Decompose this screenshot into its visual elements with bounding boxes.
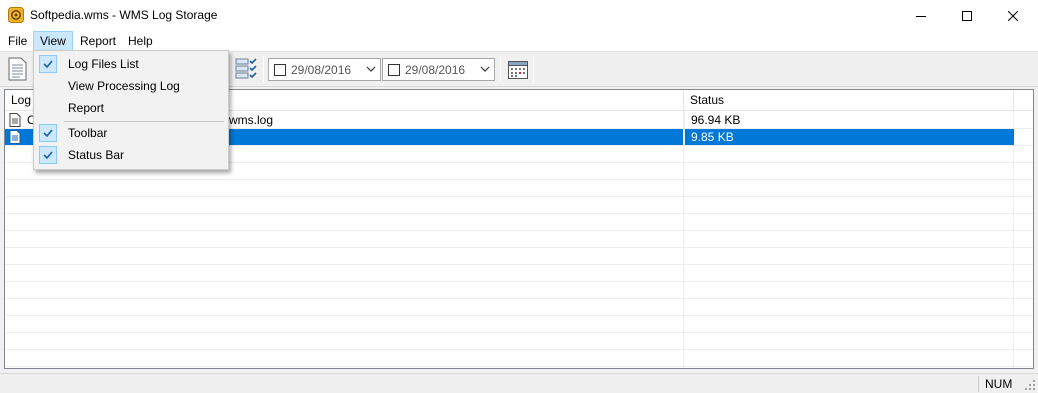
document-icon [9, 130, 21, 144]
menu-item-toolbar[interactable]: Toolbar [36, 122, 226, 144]
table-row [5, 333, 1033, 350]
resize-grip-icon[interactable] [1024, 379, 1036, 391]
app-icon [8, 7, 24, 23]
status-bar: NUM [0, 373, 1038, 393]
date-to-checkbox[interactable] [388, 64, 400, 76]
minimize-icon [916, 15, 926, 17]
menu-item-label: Log Files List [68, 57, 139, 71]
table-row [5, 197, 1033, 214]
table-row [5, 350, 1033, 367]
menu-item-log-files-list[interactable]: Log Files List [36, 53, 226, 75]
menu-item-label: Report [68, 101, 105, 115]
close-button[interactable] [990, 0, 1036, 31]
toolbar-separator [500, 56, 501, 82]
toolbar-separator [263, 56, 264, 82]
num-lock-indicator: NUM [978, 376, 1022, 392]
row-status: 96.94 KB [684, 112, 1014, 128]
table-row [5, 299, 1033, 316]
calendar-button[interactable] [504, 55, 532, 83]
menu-item-label: View Processing Log [68, 79, 180, 93]
chevron-down-icon [366, 66, 376, 72]
view-menu-dropdown: Log Files List View Processing Log Repor… [33, 50, 229, 170]
checklist-icon [235, 58, 257, 79]
table-row [5, 282, 1033, 299]
window-title: Softpedia.wms - WMS Log Storage [30, 8, 218, 22]
menu-view[interactable]: View [33, 31, 73, 51]
menu-bar: File View Report Help [0, 31, 1038, 51]
log-files-button[interactable] [3, 55, 31, 83]
row-status: 9.85 KB [684, 129, 1014, 145]
maximize-button[interactable] [944, 0, 990, 31]
toolbar-separator [533, 56, 534, 82]
app-window: Softpedia.wms - WMS Log Storage File Vie… [0, 0, 1038, 393]
menu-item-report[interactable]: Report [36, 97, 226, 119]
table-row [5, 214, 1033, 231]
document-icon [8, 57, 27, 81]
column-header-status[interactable]: Status [684, 90, 1014, 111]
calendar-icon [508, 61, 528, 79]
menu-help[interactable]: Help [121, 31, 160, 51]
date-to-value: 29/08/2016 [405, 63, 466, 77]
table-row [5, 231, 1033, 248]
table-row [5, 248, 1033, 265]
menu-file[interactable]: File [1, 31, 34, 51]
menu-item-label: Toolbar [68, 126, 108, 140]
table-row [5, 180, 1033, 197]
checklist-button[interactable] [232, 55, 260, 83]
date-to-picker[interactable]: 29/08/2016 [382, 58, 495, 81]
table-row [5, 316, 1033, 333]
maximize-icon [962, 10, 972, 21]
check-icon [39, 146, 57, 164]
menu-item-label: Status Bar [68, 148, 125, 162]
menu-report[interactable]: Report [73, 31, 123, 51]
date-from-picker[interactable]: 29/08/2016 [268, 58, 381, 81]
chevron-down-icon [480, 66, 490, 72]
check-icon [39, 55, 57, 73]
row-log-name-tail: wms.log [229, 113, 274, 127]
title-bar: Softpedia.wms - WMS Log Storage [0, 0, 1038, 31]
menu-item-view-processing-log[interactable]: View Processing Log [36, 75, 226, 97]
date-from-value: 29/08/2016 [291, 63, 352, 77]
close-icon [1008, 10, 1018, 21]
check-icon [39, 124, 57, 142]
table-row [5, 265, 1033, 282]
menu-item-status-bar[interactable]: Status Bar [36, 144, 226, 166]
date-from-checkbox[interactable] [274, 64, 286, 76]
minimize-button[interactable] [898, 0, 944, 31]
